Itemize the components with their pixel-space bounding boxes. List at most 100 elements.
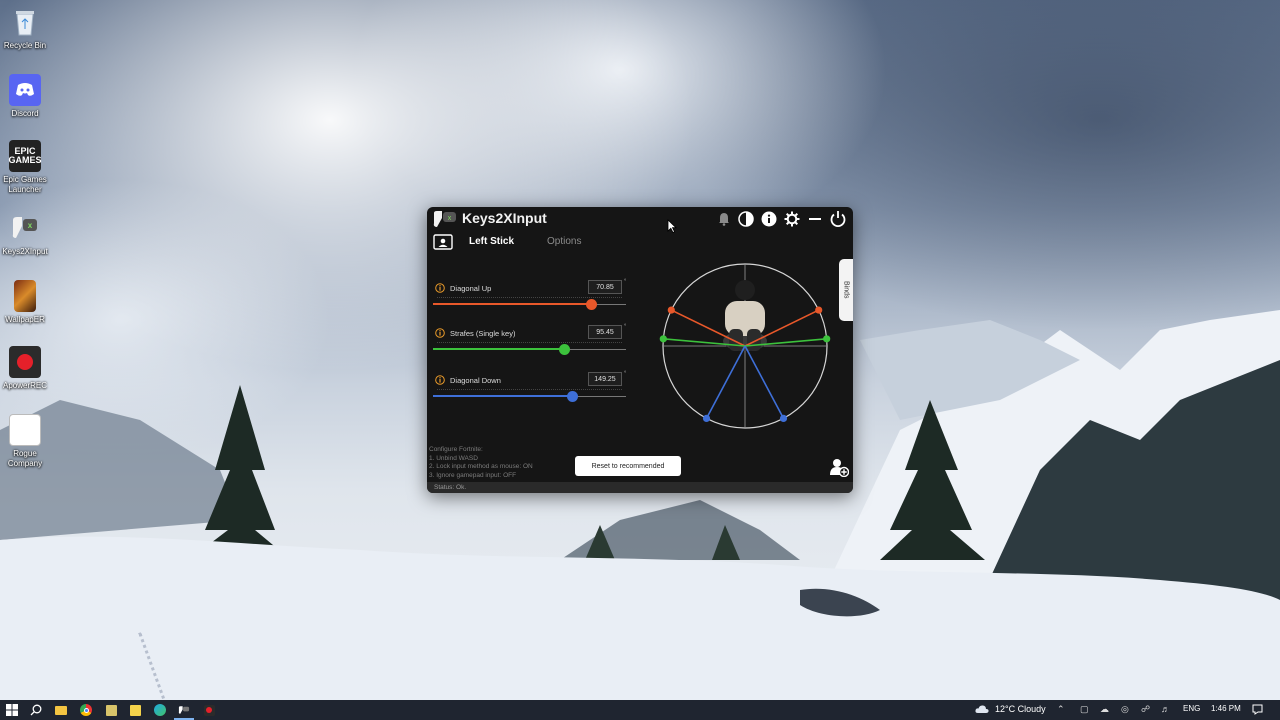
apowerrec-taskbar-icon[interactable] (201, 702, 217, 718)
status-bar: Status: Ok. (427, 482, 853, 493)
slider-fill (433, 395, 572, 397)
slider-ticks (437, 342, 622, 344)
desktop-icon-label: Keys2XInput (2, 247, 48, 256)
keys2xinput-window: x Keys2XInput Left Stick Options Diagona (427, 207, 853, 493)
setting-label: Diagonal Up (450, 284, 492, 293)
info-warning-icon[interactable] (435, 328, 445, 338)
taskbar: 12°C Cloudy ⌃ ▢ ☁ ◎ ☍ ♬ ENG 1:46 PM (0, 700, 1280, 720)
edge-icon[interactable] (152, 702, 168, 718)
direction-line (744, 345, 785, 419)
desktop-icon-apowerrec[interactable]: ApowerREC (0, 346, 50, 391)
info-warning-icon[interactable] (435, 375, 445, 385)
tab-options[interactable]: Options (547, 236, 581, 247)
desktop-icon-rogue-company[interactable]: Rogue Company (0, 414, 50, 469)
notifications-icon[interactable] (1252, 704, 1263, 717)
profile-folder-icon[interactable] (433, 234, 453, 250)
setting-label: Strafes (Single key) (450, 329, 516, 338)
desktop-icon-discord[interactable]: Discord (0, 74, 50, 119)
app-logo-icon: x (433, 211, 456, 227)
document-icon (9, 414, 41, 446)
slider-fill (433, 348, 565, 350)
binds-label: Binds (842, 281, 850, 299)
angle-value-input[interactable] (588, 372, 622, 386)
weather-cloud-icon[interactable] (975, 704, 989, 716)
reset-to-recommended-button[interactable]: Reset to recommended (575, 456, 681, 476)
desktop-icon-epic-games[interactable]: EPIC GAMES Epic Games Launcher (0, 140, 50, 195)
info-warning-icon[interactable] (435, 283, 445, 293)
degree-unit: ° (624, 371, 627, 377)
epic-games-icon: EPIC GAMES (9, 140, 42, 172)
slider-thumb[interactable] (566, 391, 578, 402)
direction-endpoint[interactable] (779, 414, 788, 423)
direction-line (705, 345, 746, 419)
wallpaper-engine-icon (14, 280, 36, 312)
desktop-icon-recycle-bin[interactable]: Recycle Bin (0, 6, 50, 51)
minimize-icon[interactable] (805, 209, 825, 229)
titlebar[interactable]: x Keys2XInput (427, 207, 853, 231)
degree-unit: ° (624, 279, 627, 285)
angle-slider[interactable] (433, 389, 626, 402)
weather-text[interactable]: 12°C Cloudy (995, 704, 1046, 714)
notes-icon[interactable] (127, 702, 143, 718)
apowerrec-icon (9, 346, 41, 378)
binds-tab[interactable]: Binds (839, 259, 853, 321)
keys2xinput-icon: x (9, 212, 41, 244)
tab-bar: Left Stick Options (427, 231, 727, 253)
direction-endpoint[interactable] (659, 335, 667, 343)
recycle-bin-icon (9, 6, 41, 38)
desktop-icon-keys2xinput[interactable]: x Keys2XInput (0, 212, 50, 257)
angle-value-input[interactable] (588, 280, 622, 294)
gear-icon[interactable] (782, 209, 802, 229)
file-explorer-icon[interactable] (53, 702, 69, 718)
chrome-icon[interactable] (78, 702, 94, 718)
setting-row: Strafes (Single key) ° (433, 324, 629, 374)
network-icon[interactable]: ☍ (1141, 704, 1150, 715)
slider-ticks (437, 389, 622, 391)
config-note-line: 2. Lock input method as mouse: ON (429, 463, 533, 470)
slider-ticks (437, 297, 622, 299)
slider-fill (433, 303, 592, 305)
power-icon[interactable] (828, 209, 848, 229)
phone-link-icon[interactable]: ▢ (1080, 704, 1089, 715)
clock[interactable]: 1:46 PM (1211, 704, 1241, 713)
desktop-icon-label: Discord (11, 109, 39, 118)
angle-value-input[interactable] (588, 325, 622, 339)
desktop-icon-wallpaper-engine[interactable]: WallpapER (0, 280, 50, 325)
microphone-icon[interactable]: ◎ (1121, 704, 1129, 715)
bell-icon[interactable] (714, 209, 734, 229)
search-icon[interactable] (28, 702, 44, 718)
desktop-icon-label: WallpapER (5, 315, 45, 324)
direction-endpoint[interactable] (815, 306, 823, 314)
setting-row: Diagonal Down ° (433, 371, 629, 421)
degree-unit: ° (624, 324, 627, 330)
setting-row: Diagonal Up ° (433, 279, 629, 329)
desktop-icon-label: Recycle Bin (3, 41, 47, 50)
chevron-up-icon[interactable]: ⌃ (1057, 704, 1065, 715)
direction-endpoint[interactable] (823, 335, 831, 343)
angle-slider[interactable] (433, 342, 626, 355)
svg-text:x: x (28, 221, 33, 230)
config-note-line: 1. Unbind WASD (429, 454, 478, 462)
mouse-cursor-icon (667, 219, 677, 233)
direction-endpoint[interactable] (702, 414, 711, 423)
slider-thumb[interactable] (559, 344, 571, 355)
onedrive-cloud-icon[interactable]: ☁ (1100, 704, 1109, 715)
slider-thumb[interactable] (586, 299, 598, 310)
svg-text:x: x (448, 215, 452, 222)
keys2xinput-taskbar-icon[interactable] (176, 702, 192, 718)
store-icon[interactable] (103, 702, 119, 718)
angle-slider[interactable] (433, 297, 626, 310)
desktop-icon-label: ApowerREC (2, 381, 47, 390)
windows-start-icon[interactable] (4, 702, 20, 718)
contrast-icon[interactable] (736, 209, 756, 229)
tab-left-stick[interactable]: Left Stick (469, 236, 514, 247)
info-icon[interactable] (759, 209, 779, 229)
volume-icon[interactable]: ♬ (1161, 704, 1170, 714)
language-indicator[interactable]: ENG (1183, 704, 1200, 713)
add-profile-icon[interactable] (829, 457, 849, 477)
character-figure (723, 280, 767, 351)
direction-endpoint[interactable] (667, 306, 675, 314)
desktop-icon-label: Epic Games Launcher (3, 175, 47, 194)
app-title: Keys2XInput (462, 210, 547, 226)
desktop-icon-label: Rogue Company (7, 449, 43, 468)
